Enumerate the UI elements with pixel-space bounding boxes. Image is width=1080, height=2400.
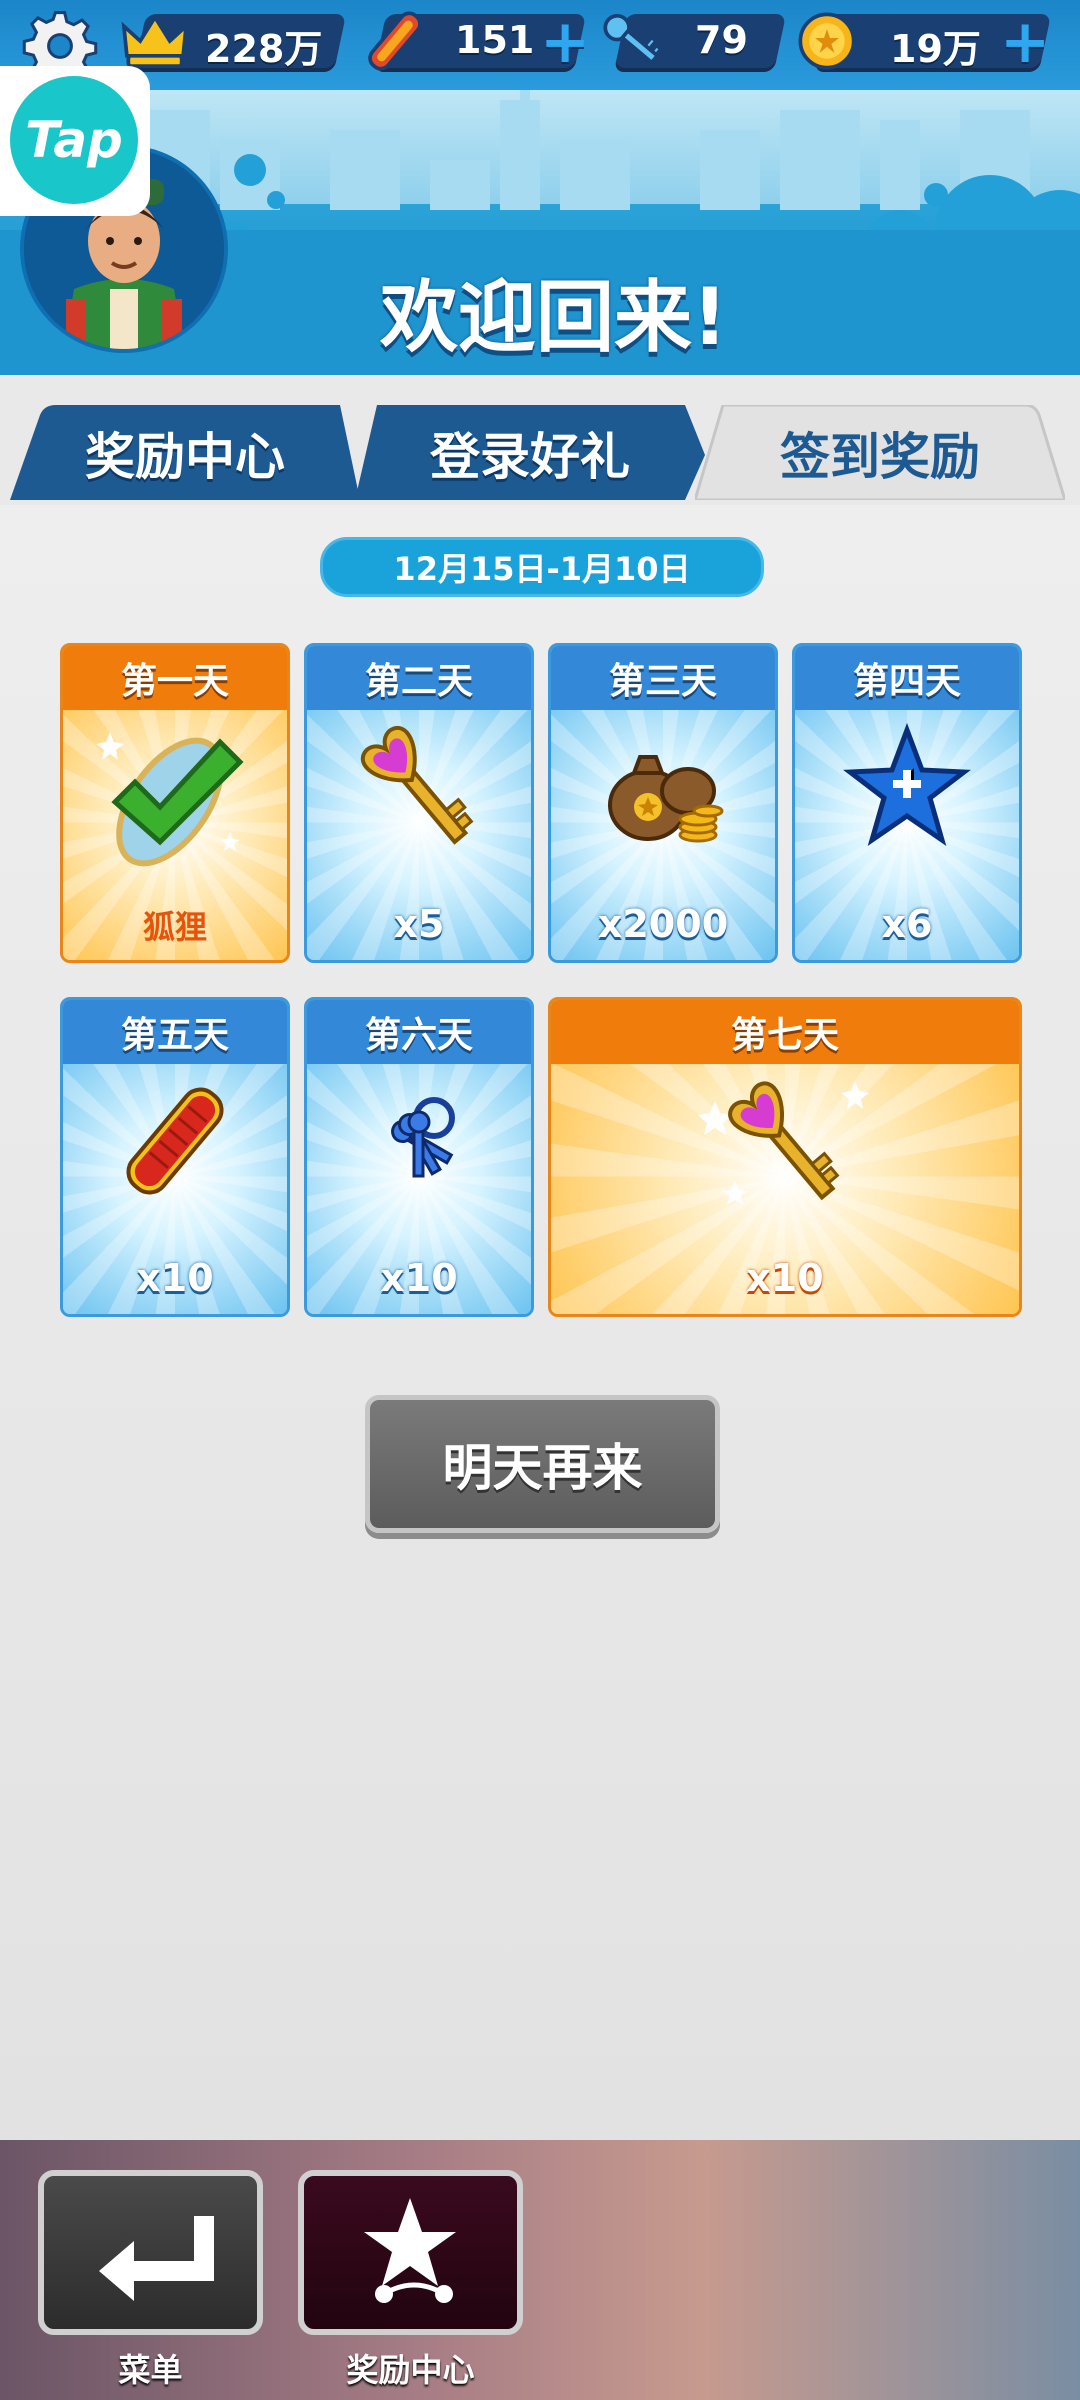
reward-center-nav-button[interactable] bbox=[298, 2170, 523, 2335]
reward-amount: x10 bbox=[136, 1256, 214, 1300]
day-title: 第一天 bbox=[63, 646, 287, 710]
bottom-nav: 菜单 奖励中心 bbox=[0, 2140, 1080, 2400]
coin-value: 19万 bbox=[890, 27, 981, 71]
day-card-2[interactable]: 第二天 x5 bbox=[304, 643, 534, 963]
checkin-panel: 12月15日-1月10日 第一天 狐狸 第二天 x5 第三天 x2000 第四天… bbox=[0, 505, 1080, 2140]
buy-coins-button[interactable]: + bbox=[1000, 12, 1050, 72]
heart-key-icon bbox=[360, 726, 474, 846]
day-card-1[interactable]: 第一天 狐狸 bbox=[60, 643, 290, 963]
day-title: 第七天 bbox=[551, 1000, 1019, 1064]
keys-bundle-icon bbox=[391, 1097, 455, 1178]
coin-bag-icon bbox=[608, 755, 724, 843]
hoverboard-value: 151 bbox=[455, 18, 535, 62]
reward-amount: x10 bbox=[746, 1256, 824, 1300]
heart-key-icon bbox=[698, 1081, 869, 1206]
day-title: 第三天 bbox=[551, 646, 775, 710]
reward-name: 狐狸 bbox=[142, 908, 207, 946]
menu-button[interactable] bbox=[38, 2170, 263, 2335]
hoverboard-icon bbox=[126, 1087, 224, 1195]
reward-amount: x5 bbox=[393, 902, 445, 946]
reward-amount: x6 bbox=[881, 902, 933, 946]
day-title: 第二天 bbox=[307, 646, 531, 710]
key-icon bbox=[603, 13, 664, 66]
buy-hoverboard-button[interactable]: + bbox=[540, 12, 590, 72]
tab-label: 签到奖励 bbox=[780, 427, 980, 486]
tab-checkin-reward[interactable]: 签到奖励 bbox=[695, 405, 1065, 500]
day-card-4[interactable]: 第四天 x6 bbox=[792, 643, 1022, 963]
key-value: 79 bbox=[695, 18, 748, 62]
tab-label: 奖励中心 bbox=[85, 427, 285, 486]
hoverboard-icon bbox=[368, 11, 422, 71]
tab-label: 登录好礼 bbox=[430, 427, 630, 486]
day-card-7[interactable]: 第七天 x10 bbox=[548, 997, 1022, 1317]
return-arrow-icon bbox=[99, 2216, 214, 2301]
welcome-title: 欢迎回来! bbox=[380, 273, 728, 363]
day-card-3[interactable]: 第三天 x2000 bbox=[548, 643, 778, 963]
crown-value: 228万 bbox=[205, 27, 323, 71]
menu-label: 菜单 bbox=[118, 2351, 183, 2389]
tab-bar: 奖励中心 登录好礼 签到奖励 bbox=[0, 375, 1080, 505]
tab-reward-center[interactable]: 奖励中心 bbox=[10, 405, 360, 500]
star-icon bbox=[843, 723, 971, 847]
reward-star-icon bbox=[364, 2198, 456, 2303]
day-title: 第六天 bbox=[307, 1000, 531, 1064]
day-title: 第五天 bbox=[63, 1000, 287, 1064]
day-card-6[interactable]: 第六天 x10 bbox=[304, 997, 534, 1317]
taptap-badge[interactable]: Tap bbox=[0, 66, 150, 216]
resource-bar: 228万 151 + 79 19万 + bbox=[0, 0, 1080, 90]
come-back-tomorrow-button[interactable]: 明天再来 bbox=[365, 1395, 720, 1533]
reward-amount: x10 bbox=[380, 1256, 458, 1300]
claimed-check-icon bbox=[96, 731, 244, 867]
tab-login-gift[interactable]: 登录好礼 bbox=[355, 405, 705, 500]
coin-icon bbox=[798, 12, 856, 70]
day-title: 第四天 bbox=[795, 646, 1019, 710]
reward-amount: x2000 bbox=[597, 902, 729, 946]
day-card-5[interactable]: 第五天 x10 bbox=[60, 997, 290, 1317]
reward-center-label: 奖励中心 bbox=[346, 2351, 475, 2389]
tap-logo-icon: Tap bbox=[10, 76, 138, 204]
event-date-range: 12月15日-1月10日 bbox=[320, 537, 764, 597]
